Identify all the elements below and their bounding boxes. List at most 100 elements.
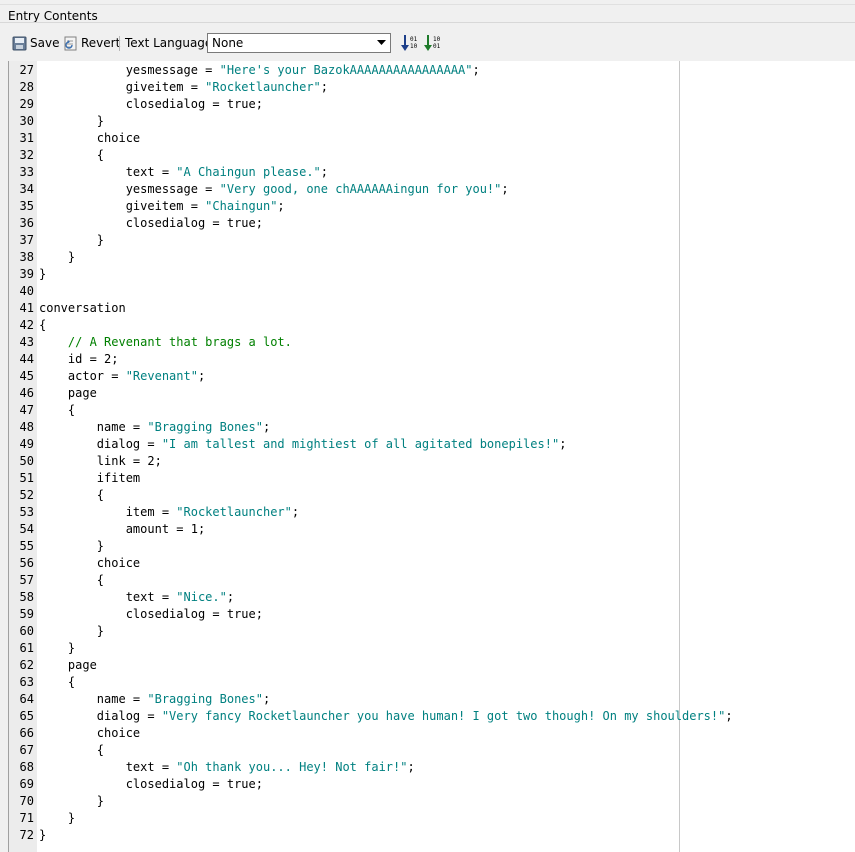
line-number: 56 (19, 556, 34, 570)
code-text: closedialog = true; (39, 776, 263, 793)
code-token: ; (320, 80, 328, 94)
panel-header-divider (0, 22, 855, 23)
chevron-down-icon (373, 34, 390, 52)
code-token: ; (262, 692, 271, 706)
code-text: } (39, 793, 104, 810)
code-token: { (39, 318, 47, 332)
code-text: } (39, 538, 104, 555)
panel-top-divider (0, 4, 855, 5)
line-number: 65 (19, 709, 34, 723)
sort-ascending-button[interactable]: 01 10 (401, 33, 420, 53)
revert-icon (64, 36, 77, 50)
code-token: } (39, 811, 76, 825)
panel-header: Entry Contents (0, 0, 855, 28)
string-literal: "Nice." (176, 590, 227, 604)
line-number: 29 (19, 97, 34, 111)
line-number: 47 (19, 403, 34, 417)
revert-button[interactable]: Revert (63, 33, 120, 53)
code-text: } (39, 113, 104, 130)
line-number: 38 (19, 250, 34, 264)
code-text: dialog = "Very fancy Rocketlauncher you … (39, 708, 733, 725)
code-token: } (39, 794, 105, 808)
code-token: ; (226, 590, 235, 604)
code-token: } (39, 250, 76, 264)
code-text: item = "Rocketlauncher"; (39, 504, 299, 521)
code-editor[interactable]: 27 yesmessage = "Here's your BazokAAAAAA… (9, 61, 855, 852)
line-number: 70 (19, 794, 34, 808)
line-number: 67 (19, 743, 34, 757)
code-token: dialog = (39, 709, 162, 723)
line-number: 58 (19, 590, 34, 604)
line-number: 40 (19, 284, 34, 298)
text-language-select[interactable]: None (207, 33, 391, 53)
code-token: name = (39, 420, 148, 434)
line-number: 30 (19, 114, 34, 128)
code-text: id = 2; (39, 351, 119, 368)
revert-button-label: Revert (81, 36, 121, 50)
code-token: yesmessage = (39, 63, 220, 77)
line-number: 64 (19, 692, 34, 706)
code-token: text = (39, 165, 177, 179)
line-number: 53 (19, 505, 34, 519)
code-token: ; (559, 437, 567, 451)
text-language-value: None (212, 36, 244, 50)
code-token: } (39, 114, 105, 128)
save-button[interactable]: Save (12, 33, 59, 53)
line-number: 55 (19, 539, 34, 553)
code-text: link = 2; (39, 453, 162, 470)
code-text: conversation (39, 300, 126, 317)
code-token: page (39, 386, 97, 400)
code-text: // A Revenant that brags a lot. (39, 334, 292, 351)
code-text: giveitem = "Chaingun"; (39, 198, 285, 215)
line-number: 28 (19, 80, 34, 94)
line-number: 34 (19, 182, 34, 196)
string-literal: "Very good, one chAAAAAAingun for you!" (219, 182, 502, 196)
edge-marker-line (679, 61, 680, 852)
code-token: closedialog = true; (39, 216, 263, 230)
save-icon (12, 36, 27, 50)
code-text: { (39, 674, 75, 691)
code-text: closedialog = true; (39, 606, 263, 623)
code-text: } (39, 640, 75, 657)
string-literal: "Chaingun" (205, 199, 278, 213)
code-token: text = (39, 760, 177, 774)
line-number: 49 (19, 437, 34, 451)
code-token: { (39, 675, 76, 689)
code-token: ; (262, 420, 271, 434)
code-text: yesmessage = "Here's your BazokAAAAAAAAA… (39, 62, 480, 79)
code-text: } (39, 810, 75, 827)
code-token: { (39, 148, 105, 162)
code-text: closedialog = true; (39, 215, 263, 232)
string-literal: "Bragging Bones" (147, 692, 263, 706)
code-token: yesmessage = (39, 182, 220, 196)
code-token: link = 2; (39, 454, 162, 468)
line-number: 31 (19, 131, 34, 145)
code-token: } (39, 539, 105, 553)
code-token: choice (39, 726, 141, 740)
code-text: } (39, 623, 104, 640)
code-text: } (39, 827, 46, 844)
code-text: } (39, 266, 46, 283)
code-token: ; (501, 182, 509, 196)
line-number: 59 (19, 607, 34, 621)
code-text: choice (39, 130, 140, 147)
svg-text:01: 01 (410, 36, 417, 43)
code-token: closedialog = true; (39, 777, 263, 791)
line-number: 45 (19, 369, 34, 383)
string-literal: "Here's your BazokAAAAAAAAAAAAAAAA" (219, 63, 473, 77)
code-token: giveitem = (39, 199, 206, 213)
line-number: 54 (19, 522, 34, 536)
code-token: name = (39, 692, 148, 706)
line-number: 44 (19, 352, 34, 366)
code-text: { (39, 487, 104, 504)
code-text: dialog = "I am tallest and mightiest of … (39, 436, 567, 453)
code-token: dialog = (39, 437, 162, 451)
sort-descending-button[interactable]: 10 01 (424, 33, 443, 53)
line-number: 68 (19, 760, 34, 774)
line-number: 46 (19, 386, 34, 400)
code-token: closedialog = true; (39, 97, 263, 111)
code-comment: // A Revenant that brags a lot. (67, 335, 292, 349)
line-number: 63 (19, 675, 34, 689)
code-token: text = (39, 590, 177, 604)
string-literal: "Rocketlauncher" (176, 505, 292, 519)
